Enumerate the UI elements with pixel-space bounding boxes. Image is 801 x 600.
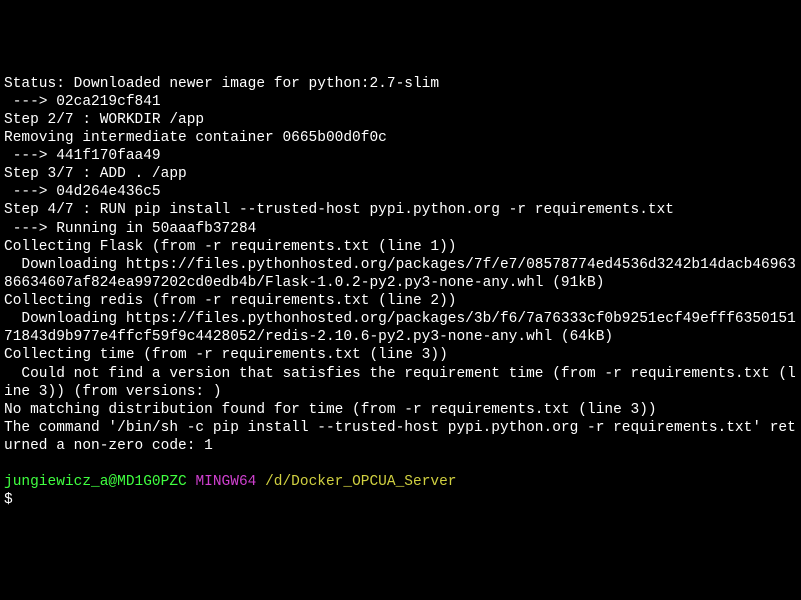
output-line: ---> Running in 50aaafb37284 (4, 221, 256, 237)
output-line: Step 3/7 : ADD . /app (4, 166, 187, 182)
output-line: Removing intermediate container 0665b00d… (4, 130, 387, 146)
output-line: The command '/bin/sh -c pip install --tr… (4, 420, 796, 454)
output-line: Step 2/7 : WORKDIR /app (4, 112, 204, 128)
prompt-env: MINGW64 (195, 474, 256, 490)
output-line: Collecting redis (from -r requirements.t… (4, 293, 456, 309)
output-line: Step 4/7 : RUN pip install --trusted-hos… (4, 202, 674, 218)
output-line: Collecting Flask (from -r requirements.t… (4, 239, 456, 255)
output-line: No matching distribution found for time … (4, 402, 657, 418)
output-line: Could not find a version that satisfies … (4, 366, 796, 400)
terminal-output: Status: Downloaded newer image for pytho… (4, 75, 797, 456)
output-line: Downloading https://files.pythonhosted.o… (4, 257, 796, 291)
prompt-line[interactable]: jungiewicz_a@MD1G0PZC MINGW64 /d/Docker_… (4, 473, 797, 509)
output-line: ---> 02ca219cf841 (4, 94, 161, 110)
output-line: Downloading https://files.pythonhosted.o… (4, 311, 796, 345)
prompt-path: /d/Docker_OPCUA_Server (265, 474, 456, 490)
output-line: Status: Downloaded newer image for pytho… (4, 76, 439, 92)
output-line: Collecting time (from -r requirements.tx… (4, 347, 448, 363)
output-line: ---> 441f170faa49 (4, 148, 161, 164)
prompt-user: jungiewicz_a@MD1G0PZC (4, 474, 187, 490)
prompt-symbol: $ (4, 492, 13, 508)
output-line: ---> 04d264e436c5 (4, 184, 161, 200)
